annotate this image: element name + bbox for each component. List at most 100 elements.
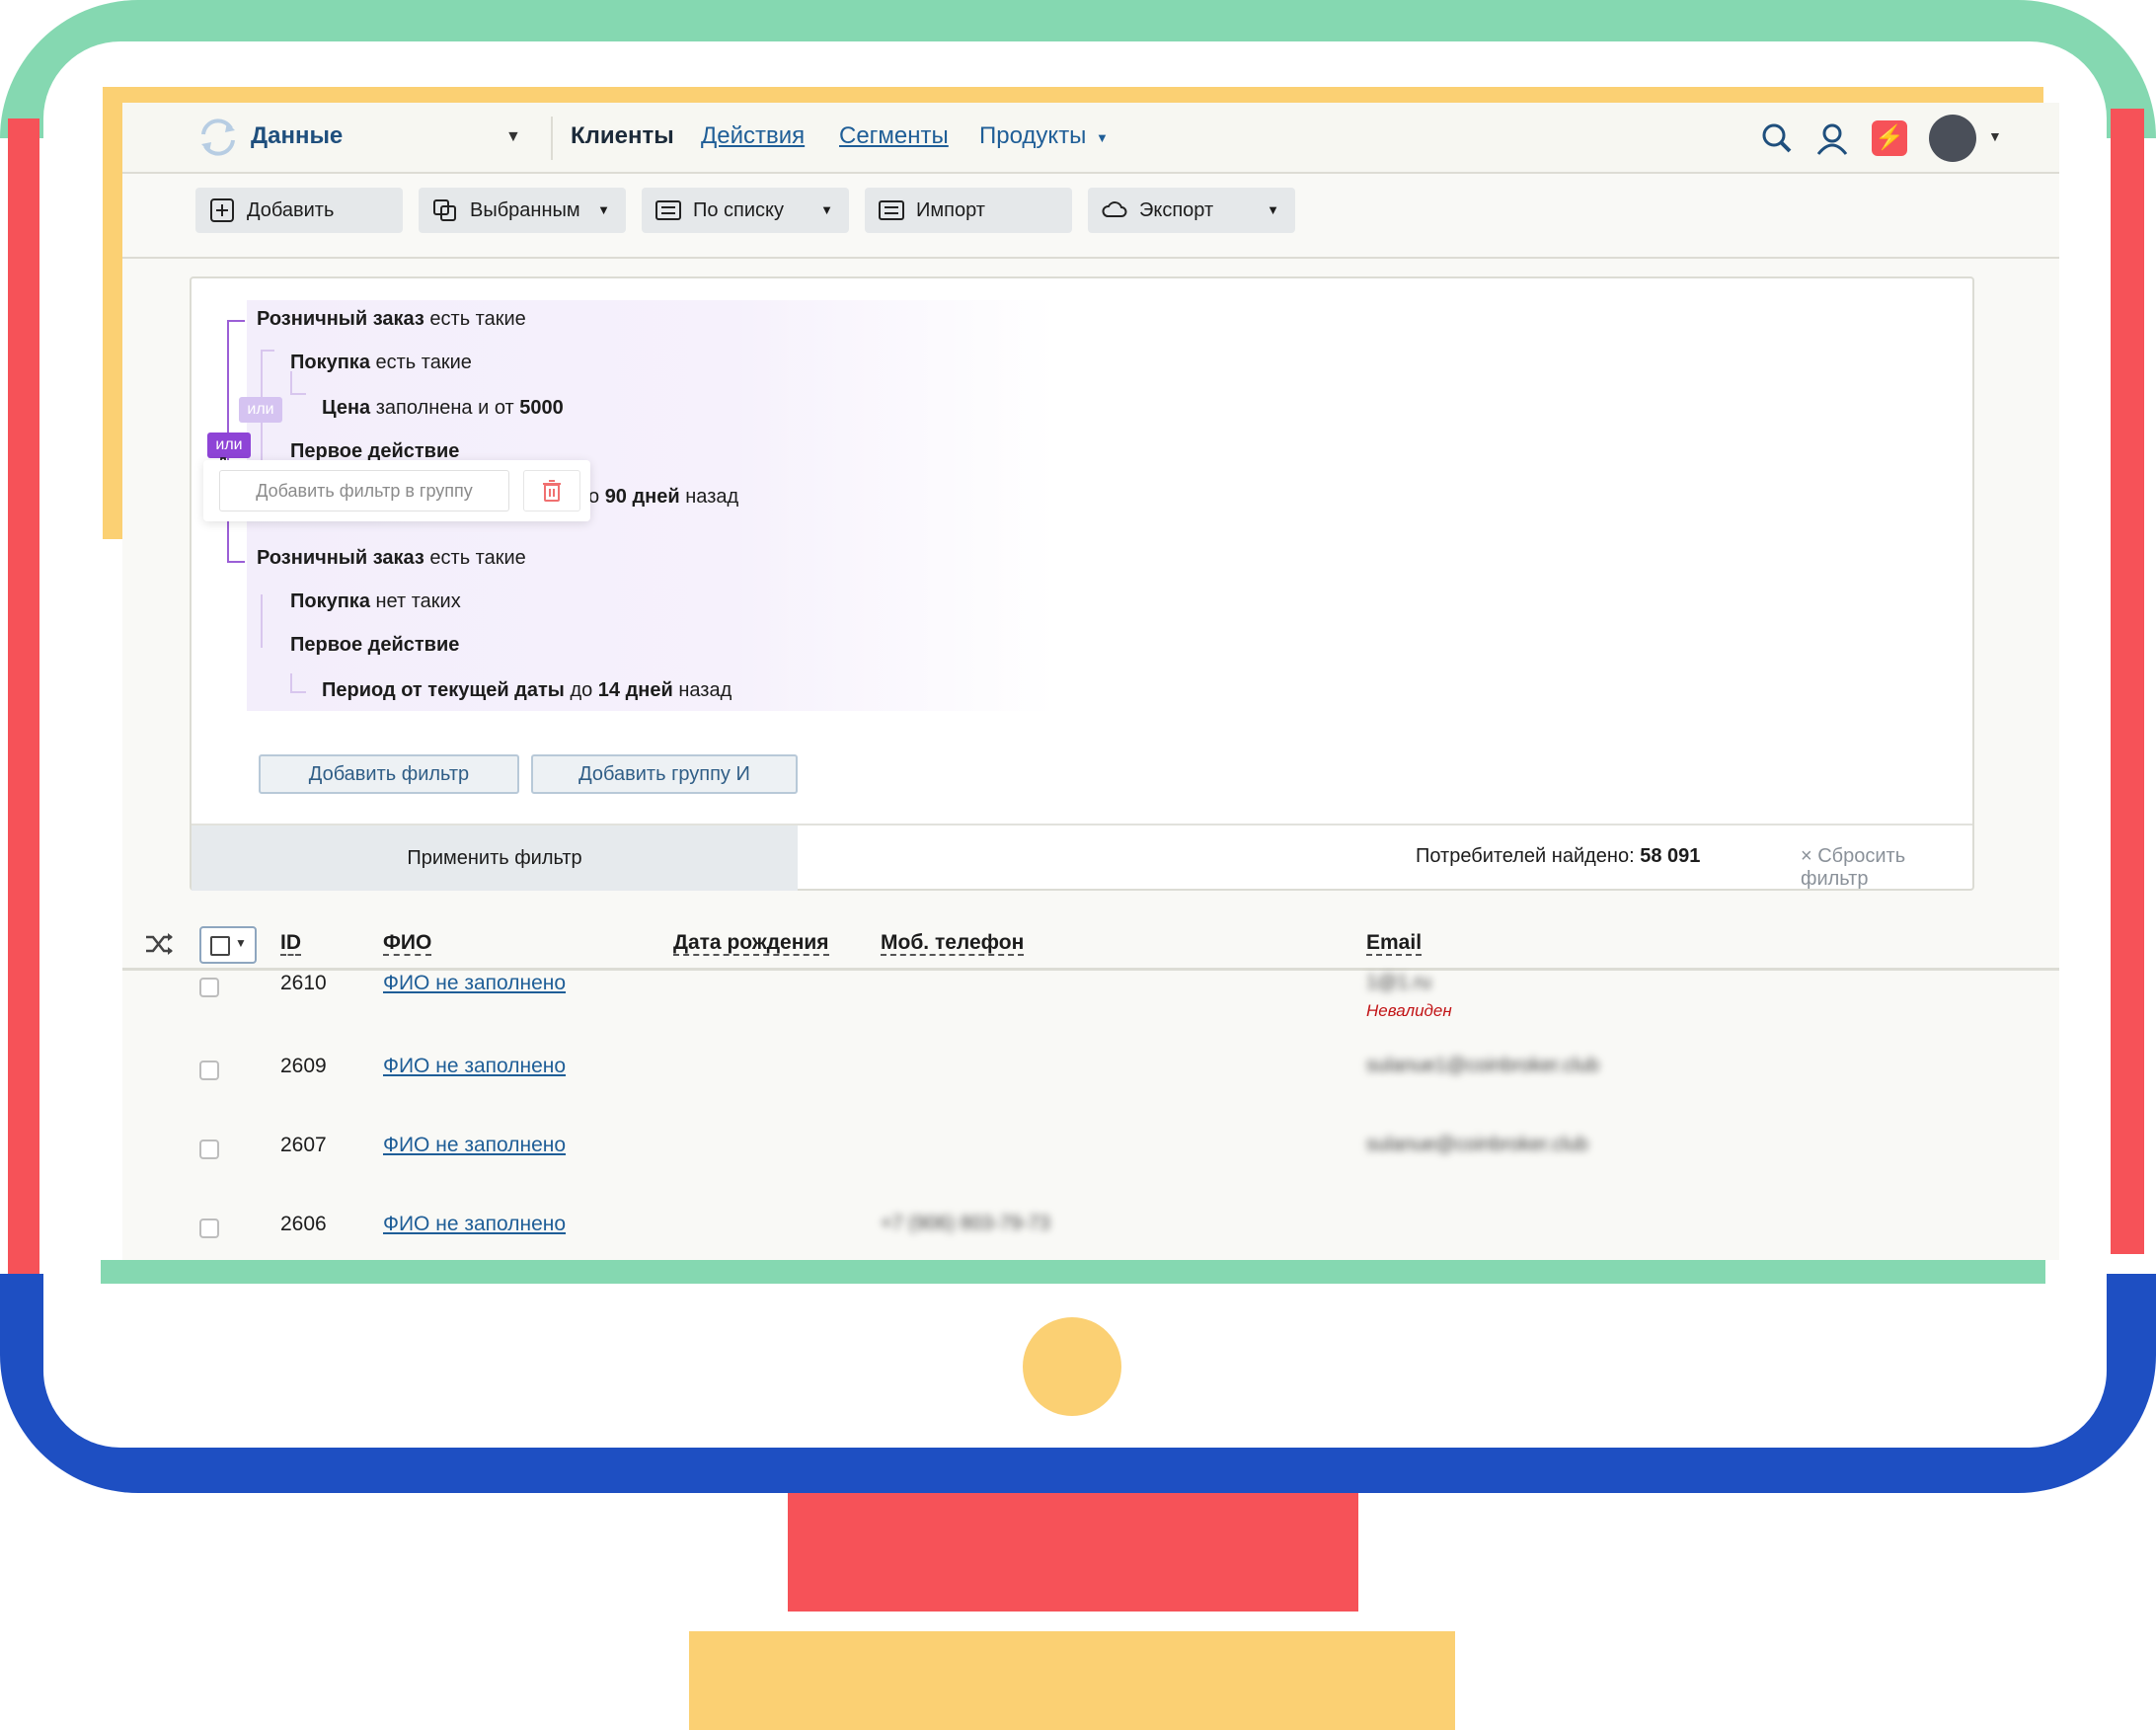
monitor-stand-base — [689, 1631, 1455, 1730]
screen-bottom-strip — [101, 1260, 2045, 1284]
column-header-id[interactable]: ID — [280, 932, 301, 956]
selected-button-label: Выбранным — [470, 199, 580, 221]
tree-connector — [290, 673, 292, 691]
bracket-tick — [227, 320, 245, 322]
cloud-icon — [1102, 201, 1127, 217]
filter-line[interactable]: Покупка есть такие — [290, 352, 472, 374]
import-button-label: Импорт — [916, 199, 985, 221]
found-value: 58 091 — [1640, 845, 1701, 867]
search-icon[interactable] — [1757, 118, 1797, 158]
filter-line[interactable]: Розничный заказ есть такие — [257, 308, 526, 331]
list-icon — [655, 200, 681, 220]
add-and-group-button[interactable]: Добавить группу И — [531, 754, 798, 794]
filter-entity: Покупка — [290, 590, 370, 612]
nav-segments[interactable]: Сегменты — [839, 122, 949, 150]
filter-line[interactable]: Покупка нет таких — [290, 590, 461, 613]
column-header-birthdate[interactable]: Дата рождения — [673, 932, 829, 956]
found-count: Потребителей найдено: 58 091 — [1416, 845, 1700, 868]
chevron-down-icon: ▼ — [1267, 202, 1279, 217]
cell-name-link[interactable]: ФИО не заполнено — [383, 972, 566, 995]
selected-icon — [433, 199, 456, 221]
filter-entity: Покупка — [290, 352, 370, 373]
cell-name-link[interactable]: ФИО не заполнено — [383, 1213, 566, 1236]
app-window: Данные ▼ Клиенты Действия Сегменты Проду… — [122, 103, 2059, 1260]
monitor-frame-right — [2111, 109, 2144, 1254]
chevron-down-icon: ▼ — [235, 936, 247, 950]
monitor-frame-left — [8, 118, 39, 1303]
apply-row: Применить фильтр Потребителей найдено: 5… — [192, 824, 1972, 891]
add-button[interactable]: Добавить — [195, 188, 403, 233]
cell-id: 2607 — [280, 1134, 327, 1156]
select-all-checkbox[interactable]: ▼ — [199, 926, 257, 964]
filter-entity: Розничный заказ — [257, 308, 424, 330]
filter-condition: о — [588, 486, 605, 508]
or-badge[interactable]: или — [207, 432, 251, 458]
filter-condition: есть такие — [424, 547, 526, 569]
row-checkbox[interactable] — [199, 978, 219, 997]
bolt-icon[interactable]: ⚡ — [1872, 120, 1907, 156]
chevron-down-icon[interactable]: ▼ — [1988, 128, 2002, 144]
filter-condition: нет таких — [369, 590, 461, 612]
shuffle-icon[interactable] — [144, 932, 174, 956]
nav-products[interactable]: Продукты — [979, 122, 1086, 150]
filter-entity: Первое действие — [290, 634, 460, 656]
tree-connector — [290, 371, 292, 393]
filter-value: 5000 — [519, 397, 564, 419]
screen-accent-side — [103, 87, 124, 539]
chevron-down-icon: ▼ — [597, 202, 610, 217]
monitor-stand-neck — [788, 1493, 1358, 1612]
by-list-button[interactable]: По списку ▼ — [642, 188, 849, 233]
avatar[interactable] — [1929, 115, 1976, 162]
filter-line[interactable]: о 90 дней назад — [588, 486, 738, 509]
plus-square-icon — [210, 198, 234, 222]
divider — [551, 117, 553, 160]
bracket-tick — [227, 561, 245, 563]
column-header-name[interactable]: ФИО — [383, 932, 432, 956]
row-checkbox[interactable] — [199, 1061, 219, 1080]
chevron-down-icon[interactable]: ▼ — [1096, 130, 1109, 145]
cell-email: 1@1.ru — [1366, 972, 1431, 993]
delete-group-button[interactable] — [523, 470, 580, 511]
export-button[interactable]: Экспорт ▼ — [1088, 188, 1295, 233]
add-filter-button[interactable]: Добавить фильтр — [259, 754, 519, 794]
filter-entity: Цена — [322, 397, 371, 419]
power-button — [1023, 1317, 1121, 1416]
cell-id: 2606 — [280, 1213, 327, 1235]
cell-id: 2610 — [280, 972, 327, 994]
chevron-down-icon[interactable]: ▼ — [505, 128, 521, 146]
tree-connector — [290, 691, 306, 693]
cell-name-link[interactable]: ФИО не заполнено — [383, 1134, 566, 1157]
filter-condition: есть такие — [424, 308, 526, 330]
filter-condition: назад — [679, 486, 739, 508]
nav-clients[interactable]: Клиенты — [571, 122, 674, 150]
add-filter-to-group-button[interactable]: Добавить фильтр в группу — [219, 470, 509, 511]
table-header: ▼ ID ФИО Дата рождения Моб. телефон Emai… — [122, 906, 2059, 971]
cell-name-link[interactable]: ФИО не заполнено — [383, 1055, 566, 1078]
selected-button[interactable]: Выбранным ▼ — [419, 188, 626, 233]
filter-entity: Период от текущей даты — [322, 679, 565, 701]
apply-filter-button[interactable]: Применить фильтр — [192, 826, 798, 891]
logo-icon[interactable] — [195, 115, 241, 160]
support-icon[interactable] — [1812, 118, 1852, 158]
row-checkbox[interactable] — [199, 1140, 219, 1159]
or-badge-inner[interactable]: или — [239, 397, 282, 423]
column-header-phone[interactable]: Моб. телефон — [881, 932, 1025, 956]
brand-label[interactable]: Данные — [251, 122, 343, 150]
filter-line[interactable]: Период от текущей даты до 14 дней назад — [322, 679, 732, 702]
filter-condition: назад — [672, 679, 732, 701]
column-header-email[interactable]: Email — [1366, 932, 1423, 956]
row-checkbox[interactable] — [199, 1219, 219, 1238]
reset-filter-link[interactable]: × Сбросить фильтр — [1801, 845, 1972, 891]
email-status: Невалиден — [1366, 1001, 1452, 1020]
filter-panel: или или Розничный заказ есть такие Покуп… — [190, 276, 1974, 891]
cell-id: 2609 — [280, 1055, 327, 1077]
filter-line[interactable]: Цена заполнена и от 5000 — [322, 397, 564, 420]
chevron-down-icon: ▼ — [820, 202, 833, 217]
filter-value: 14 дней — [597, 679, 673, 701]
cell-email: sulanue1@coinbroker.club — [1366, 1055, 1600, 1076]
found-label: Потребителей найдено: — [1416, 845, 1641, 867]
nav-actions[interactable]: Действия — [701, 122, 805, 150]
filter-line[interactable]: Первое действие — [290, 634, 459, 657]
filter-line[interactable]: Розничный заказ есть такие — [257, 547, 526, 570]
import-button[interactable]: Импорт — [865, 188, 1072, 233]
